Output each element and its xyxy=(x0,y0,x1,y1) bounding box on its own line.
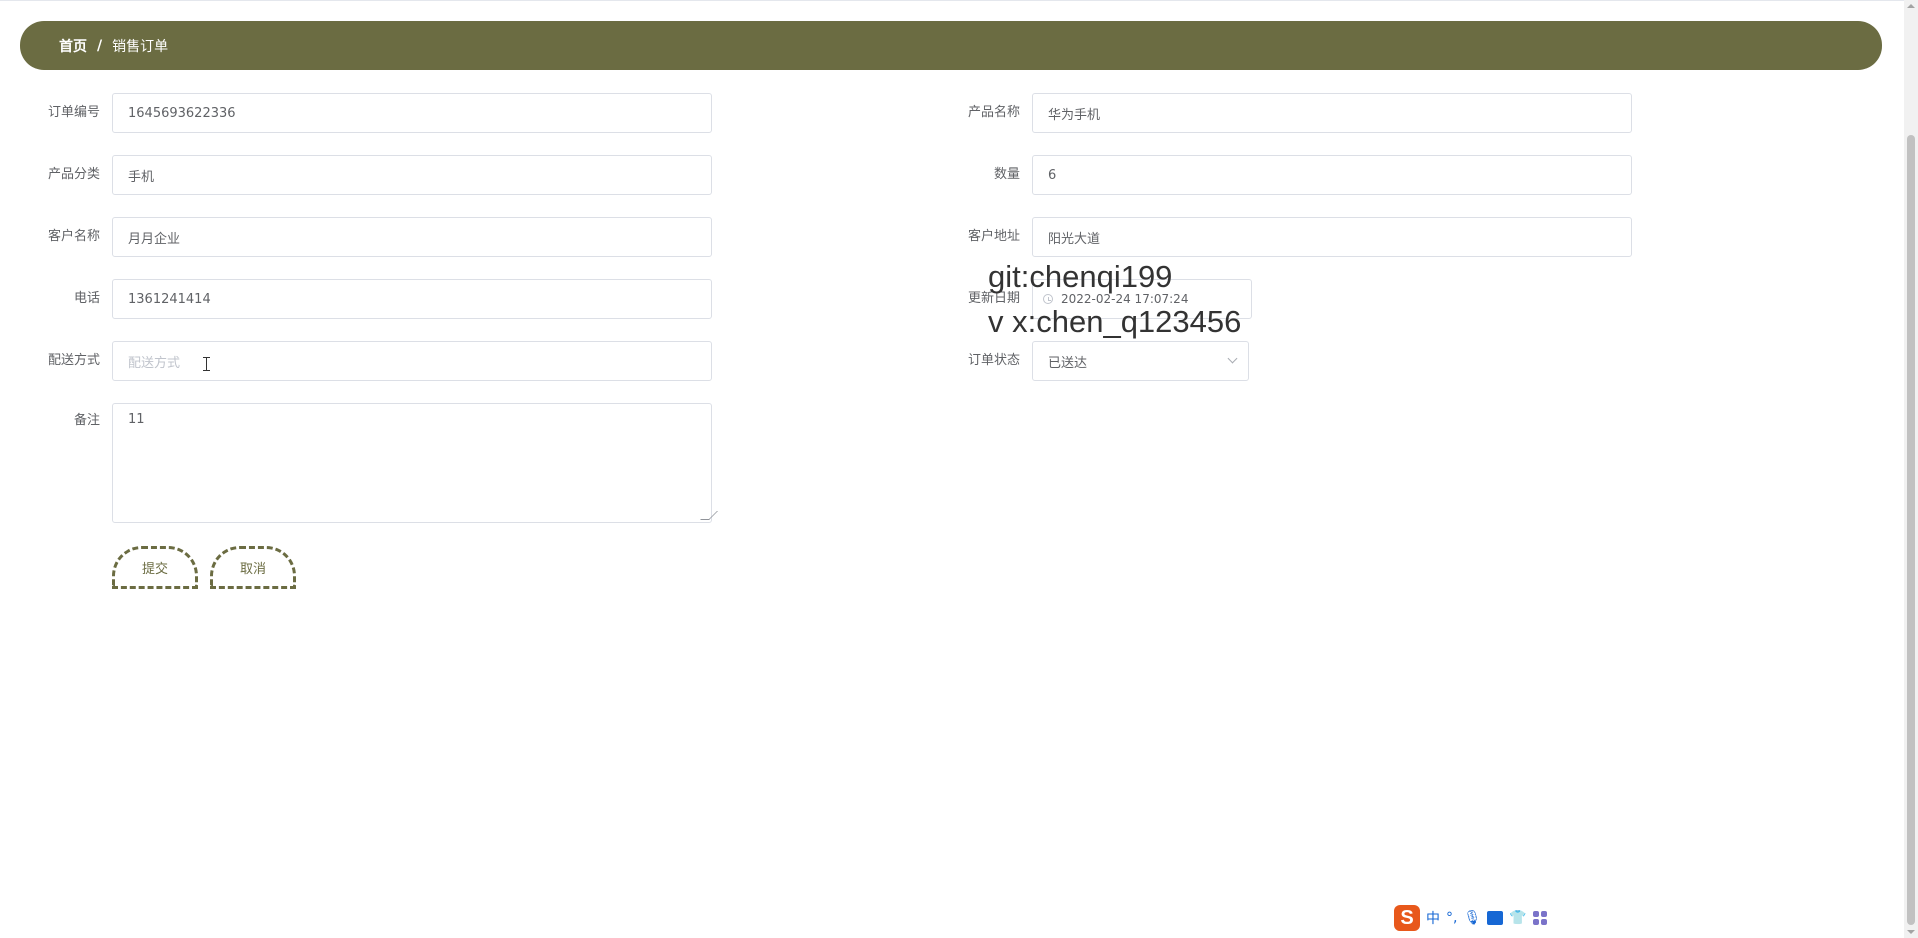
top-border xyxy=(0,0,1904,1)
remark-label: 备注 xyxy=(73,413,100,428)
keyboard-icon[interactable] xyxy=(1487,911,1504,925)
ime-toolbar[interactable]: S 中 °, 🎙 👕 xyxy=(1394,904,1574,932)
customer-address-value: 阳光大道 xyxy=(1048,231,1101,247)
scroll-down-arrow-icon[interactable] xyxy=(1907,930,1915,934)
delivery-method-placeholder: 配送方式 xyxy=(128,355,181,371)
remark-value: 11 xyxy=(128,412,145,427)
product-name-label: 产品名称 xyxy=(967,105,1020,120)
watermark-line-1: git:chenqi199 xyxy=(988,259,1173,294)
breadcrumb-separator: / xyxy=(97,37,103,54)
chevron-down-icon xyxy=(1227,353,1238,364)
scroll-thumb[interactable] xyxy=(1907,135,1915,925)
resize-handle[interactable] xyxy=(700,511,718,520)
toolbox-icon[interactable] xyxy=(1532,911,1547,925)
customer-address-label: 客户地址 xyxy=(967,229,1020,244)
customer-address-field[interactable]: 阳光大道 xyxy=(1032,217,1632,257)
product-name-value: 华为手机 xyxy=(1048,107,1101,123)
order-no-field[interactable]: 1645693622336 xyxy=(112,93,712,133)
breadcrumb: 首页 / 销售订单 xyxy=(20,21,1882,70)
watermark-line-2: v x:chen_q123456 xyxy=(988,304,1242,339)
phone-value: 1361241414 xyxy=(128,291,211,307)
product-category-label: 产品分类 xyxy=(47,167,100,182)
microphone-icon[interactable]: 🎙 xyxy=(1463,910,1481,926)
quantity-value: 6 xyxy=(1048,167,1057,183)
skin-icon[interactable]: 👕 xyxy=(1509,910,1526,926)
quantity-label: 数量 xyxy=(993,167,1020,182)
customer-name-label: 客户名称 xyxy=(47,229,100,244)
vertical-scrollbar[interactable] xyxy=(1904,0,1918,938)
customer-name-field[interactable]: 月月企业 xyxy=(112,217,712,257)
product-category-field[interactable]: 手机 xyxy=(112,155,712,195)
breadcrumb-home[interactable]: 首页 xyxy=(59,36,87,56)
sogou-logo-icon: S xyxy=(1394,905,1420,931)
order-status-label: 订单状态 xyxy=(967,353,1020,368)
submit-button[interactable]: 提交 xyxy=(112,546,198,589)
phone-field[interactable]: 1361241414 xyxy=(112,279,712,319)
text-cursor-icon xyxy=(203,357,211,371)
cancel-button[interactable]: 取消 xyxy=(210,546,296,589)
delivery-method-label: 配送方式 xyxy=(47,353,100,368)
quantity-field[interactable]: 6 xyxy=(1032,155,1632,195)
customer-name-value: 月月企业 xyxy=(128,231,181,247)
ime-language-toggle[interactable]: 中 xyxy=(1426,908,1440,928)
remark-textarea[interactable]: 11 xyxy=(112,403,718,523)
delivery-method-field[interactable]: 配送方式 xyxy=(112,341,712,381)
breadcrumb-current: 销售订单 xyxy=(112,38,169,55)
order-status-value: 已送达 xyxy=(1048,355,1088,371)
ime-punctuation-toggle[interactable]: °, xyxy=(1446,910,1457,926)
order-no-value: 1645693622336 xyxy=(128,105,236,121)
product-name-field[interactable]: 华为手机 xyxy=(1032,93,1632,133)
phone-label: 电话 xyxy=(73,291,100,306)
scroll-up-arrow-icon[interactable] xyxy=(1907,4,1915,8)
clock-icon xyxy=(1043,294,1053,304)
order-no-label: 订单编号 xyxy=(47,105,100,120)
product-category-value: 手机 xyxy=(128,169,155,185)
order-status-select[interactable]: 已送达 xyxy=(1032,341,1249,381)
